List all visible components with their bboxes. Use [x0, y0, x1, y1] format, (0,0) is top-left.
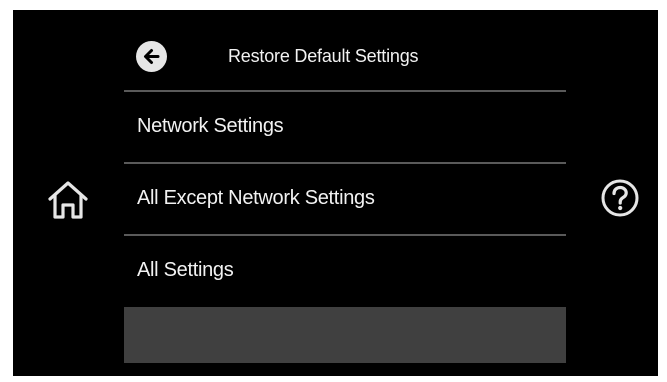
empty-list-row [124, 307, 566, 363]
header-bar: Restore Default Settings [124, 34, 566, 84]
help-button[interactable] [600, 178, 640, 218]
menu-item-network-settings[interactable]: Network Settings [124, 92, 566, 162]
menu-item-label: Network Settings [137, 115, 284, 137]
menu-item-label: All Settings [137, 259, 234, 281]
menu-item-label: All Except Network Settings [137, 187, 375, 209]
home-button[interactable] [46, 180, 90, 220]
back-button[interactable] [136, 41, 167, 72]
page-title: Restore Default Settings [228, 46, 419, 66]
menu-item-all-settings[interactable]: All Settings [124, 236, 566, 306]
home-icon [48, 181, 88, 219]
menu-item-all-except-network-settings[interactable]: All Except Network Settings [124, 164, 566, 234]
back-arrow-icon [144, 49, 160, 64]
help-icon [601, 179, 639, 217]
